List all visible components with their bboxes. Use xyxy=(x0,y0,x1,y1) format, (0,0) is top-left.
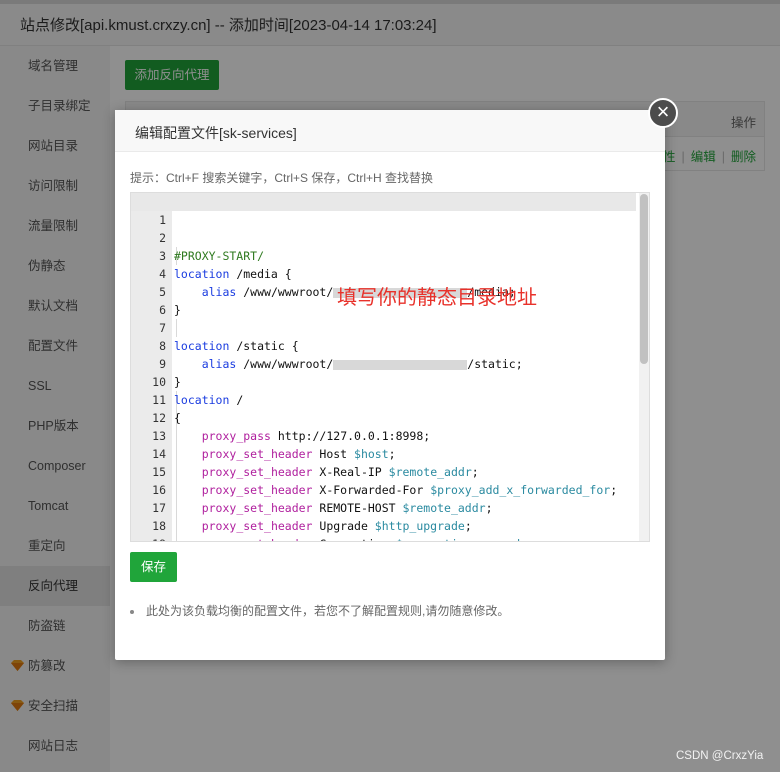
editor-scrollbar[interactable] xyxy=(639,193,649,541)
code-text: proxy_set_header Connection $connection_… xyxy=(174,535,534,541)
close-icon[interactable]: × xyxy=(648,98,678,128)
code-editor[interactable]: 1 2 #PROXY-START/ 3 location /media { 4 … xyxy=(130,192,650,542)
code-line: 16 proxy_set_header REMOTE-HOST $remote_… xyxy=(131,463,636,515)
bullet-icon xyxy=(130,609,134,614)
code-line: 12 proxy_pass http://127.0.0.1:8998; xyxy=(131,391,636,443)
code-line: 2 #PROXY-START/ xyxy=(131,211,636,263)
config-note: 此处为该负载均衡的配置文件，若您不了解配置规则,请勿随意修改。 xyxy=(130,602,509,619)
modal-title: 编辑配置文件[sk-services] xyxy=(135,125,297,141)
code-line: 10 location / xyxy=(131,355,636,407)
code-line: 18 proxy_set_header Connection $connecti… xyxy=(131,499,636,541)
shortcut-hint: 提示：Ctrl+F 搜索关键字，Ctrl+S 保存，Ctrl+H 查找替换 xyxy=(130,171,434,185)
code-line: 13 proxy_set_header Host $host; xyxy=(131,409,636,461)
save-button[interactable]: 保存 xyxy=(130,552,177,582)
code-line: 4 alias /www/wwwroot//media; xyxy=(131,247,636,299)
code-line: 15 proxy_set_header X-Forwarded-For $pro… xyxy=(131,445,636,497)
edit-config-modal: 编辑配置文件[sk-services] 提示：Ctrl+F 搜索关键字，Ctrl… xyxy=(115,110,665,660)
code-line: 3 location /media { xyxy=(131,229,636,281)
code-line: 1 xyxy=(131,193,636,227)
modal-header: 编辑配置文件[sk-services] xyxy=(115,110,665,152)
config-note-text: 此处为该负载均衡的配置文件，若您不了解配置规则,请勿随意修改。 xyxy=(146,604,510,618)
line-number: 19 xyxy=(131,535,172,541)
code-line: 9 } xyxy=(131,337,636,389)
code-line: 19 proxy_http_version 1.1; xyxy=(131,517,636,541)
annotation-text: 填写你的静态目录地址 xyxy=(337,285,537,309)
watermark: CSDN @CrxzYia xyxy=(676,750,764,762)
code-line: 14 proxy_set_header X-Real-IP $remote_ad… xyxy=(131,427,636,479)
code-line: 17 proxy_set_header Upgrade $http_upgrad… xyxy=(131,481,636,533)
code-line: 11 { xyxy=(131,373,636,425)
scrollbar-thumb[interactable] xyxy=(640,194,648,364)
code-line: 8 alias /www/wwwroot//static; xyxy=(131,319,636,371)
